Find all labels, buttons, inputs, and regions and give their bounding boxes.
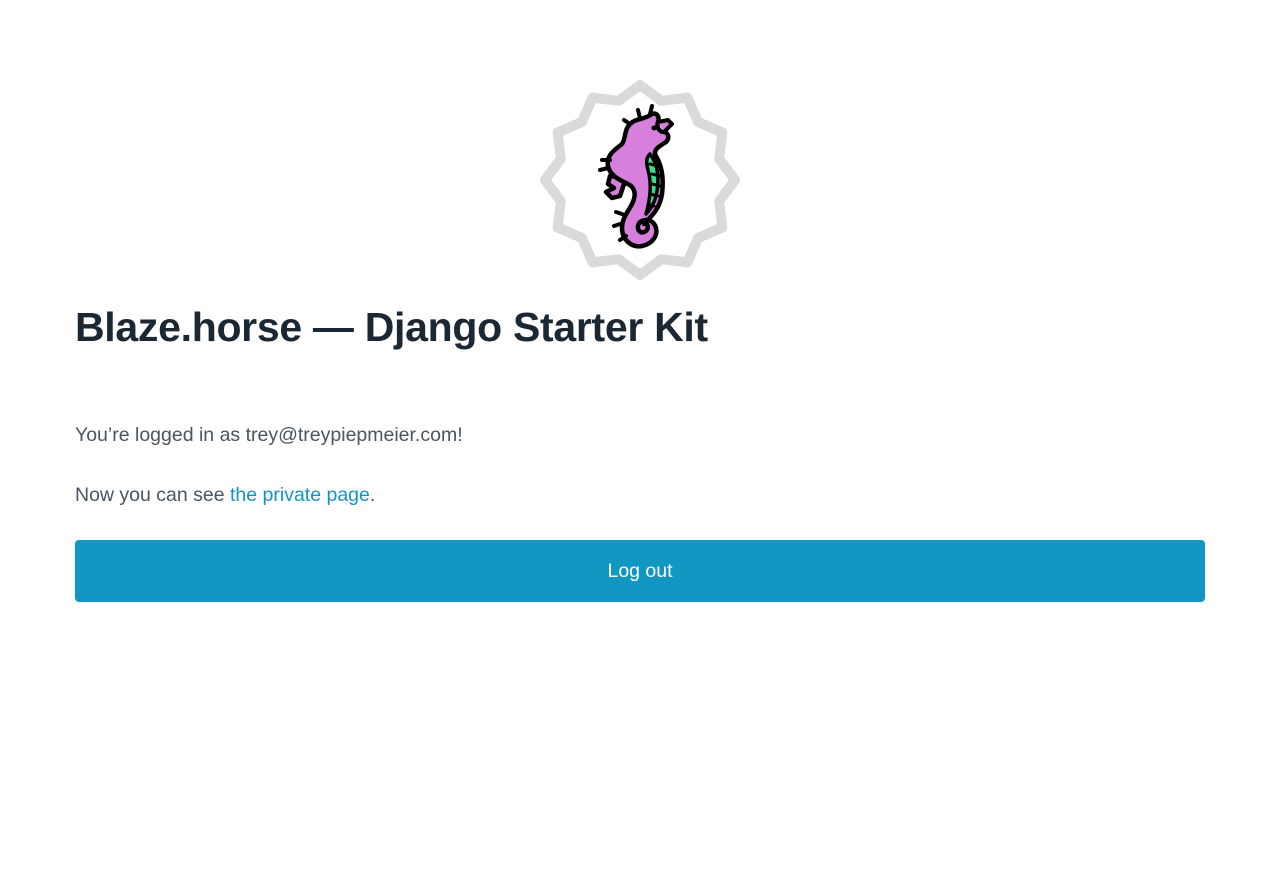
logout-button[interactable]: Log out [75,540,1205,602]
seahorse-badge-icon [540,80,740,280]
private-page-suffix: . [369,484,376,506]
page-title: Blaze.horse — Django Starter Kit [75,304,708,350]
private-page-prefix: Now you can see [75,484,231,506]
seahorse-figure [598,104,674,249]
private-page-line: Now you can see the private page. [75,484,375,507]
seahorse-logo-icon [540,80,740,280]
page: Blaze.horse — Django Starter Kit You’re … [0,0,1280,872]
private-page-link[interactable]: the private page [230,484,370,506]
login-status-text: You’re logged in as trey@treypiepmeier.c… [75,424,463,446]
